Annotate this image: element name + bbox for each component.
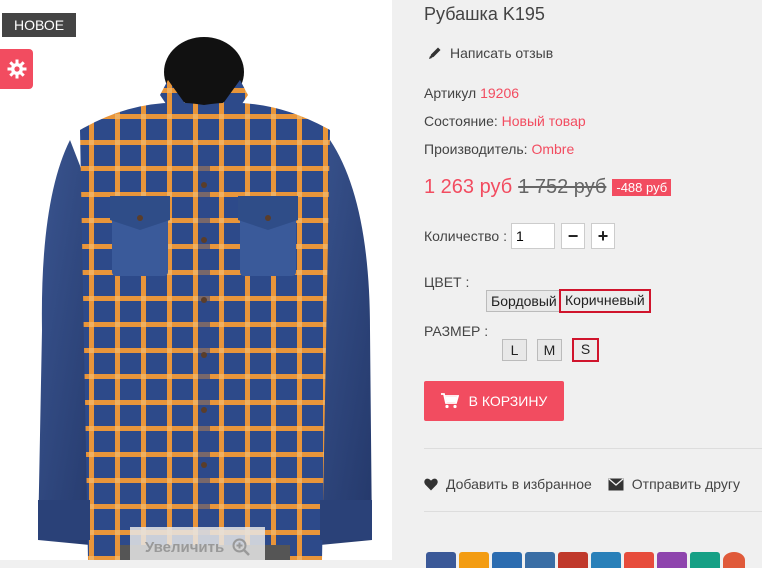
social-share-button[interactable]	[657, 552, 687, 568]
social-share-button[interactable]	[459, 552, 489, 568]
size-label: РАЗМЕР :	[424, 323, 489, 339]
new-badge: НОВОЕ	[2, 13, 77, 37]
size-option-s[interactable]: S	[572, 338, 599, 362]
manufacturer-label: Производитель:	[424, 141, 528, 157]
add-to-wishlist-link[interactable]: Добавить в избранное	[424, 476, 592, 492]
social-share-button[interactable]	[723, 552, 745, 568]
quantity-plus-button[interactable]: +	[590, 223, 615, 249]
quantity-input[interactable]	[510, 223, 555, 249]
write-review-link[interactable]: Написать отзыв	[428, 45, 553, 61]
social-share-button[interactable]	[492, 552, 522, 568]
quantity-row: Количество : − +	[424, 223, 615, 249]
pencil-icon	[429, 47, 441, 59]
social-share-button[interactable]	[558, 552, 588, 568]
envelope-icon	[608, 478, 624, 490]
sku-value: 19206	[480, 85, 520, 101]
price-current: 1 263 руб	[424, 176, 513, 198]
discount-badge: -488 руб	[612, 179, 672, 196]
zoom-in-icon	[232, 538, 251, 556]
divider	[424, 511, 762, 512]
color-option-brown[interactable]: Коричневый	[559, 289, 651, 313]
cart-icon	[440, 393, 459, 409]
social-share-button[interactable]	[426, 552, 456, 568]
condition-value: Новый товар	[501, 113, 586, 129]
product-title: Рубашка K195	[424, 4, 545, 24]
social-share-button[interactable]	[591, 552, 621, 568]
quantity-minus-button[interactable]: −	[560, 223, 585, 249]
actions-row: Добавить в избранное Отправить другу	[424, 476, 740, 492]
color-option-bordeaux[interactable]: Бордовый	[486, 290, 562, 312]
social-share-button[interactable]	[525, 552, 555, 568]
sku-label: Артикул	[424, 85, 477, 101]
social-share-button[interactable]	[624, 552, 654, 568]
condition-label: Состояние:	[424, 113, 498, 129]
add-to-cart-label: В КОРЗИНУ	[468, 393, 548, 409]
size-option-m[interactable]: M	[537, 339, 562, 361]
size-option-l[interactable]: L	[502, 339, 527, 361]
social-share-button[interactable]	[690, 552, 720, 568]
divider	[424, 448, 762, 449]
add-to-wishlist-label: Добавить в избранное	[446, 476, 592, 492]
zoom-button[interactable]: Увеличить	[130, 527, 265, 560]
product-image[interactable]	[0, 0, 392, 560]
send-to-friend-link[interactable]: Отправить другу	[608, 476, 740, 492]
quantity-label: Количество :	[424, 228, 507, 244]
write-review-label: Написать отзыв	[450, 45, 554, 61]
product-image-panel: НОВОЕ Увеличить	[0, 0, 392, 560]
social-share-bar	[426, 552, 745, 568]
price-old: 1 752 руб	[518, 176, 607, 198]
condition-row: Состояние: Новый товар	[424, 113, 586, 129]
color-label: ЦВЕТ :	[424, 274, 470, 290]
settings-button[interactable]	[0, 49, 33, 89]
gear-icon	[7, 59, 26, 79]
heart-icon	[424, 478, 438, 490]
zoom-label: Увеличить	[144, 538, 225, 556]
send-to-friend-label: Отправить другу	[631, 476, 741, 492]
add-to-cart-button[interactable]: В КОРЗИНУ	[424, 381, 564, 421]
manufacturer-link[interactable]: Ombre	[531, 141, 574, 157]
sku-row: Артикул 19206	[424, 85, 519, 101]
price-row: 1 263 руб 1 752 руб -488 руб	[424, 176, 672, 199]
manufacturer-row: Производитель: Ombre	[424, 141, 574, 157]
